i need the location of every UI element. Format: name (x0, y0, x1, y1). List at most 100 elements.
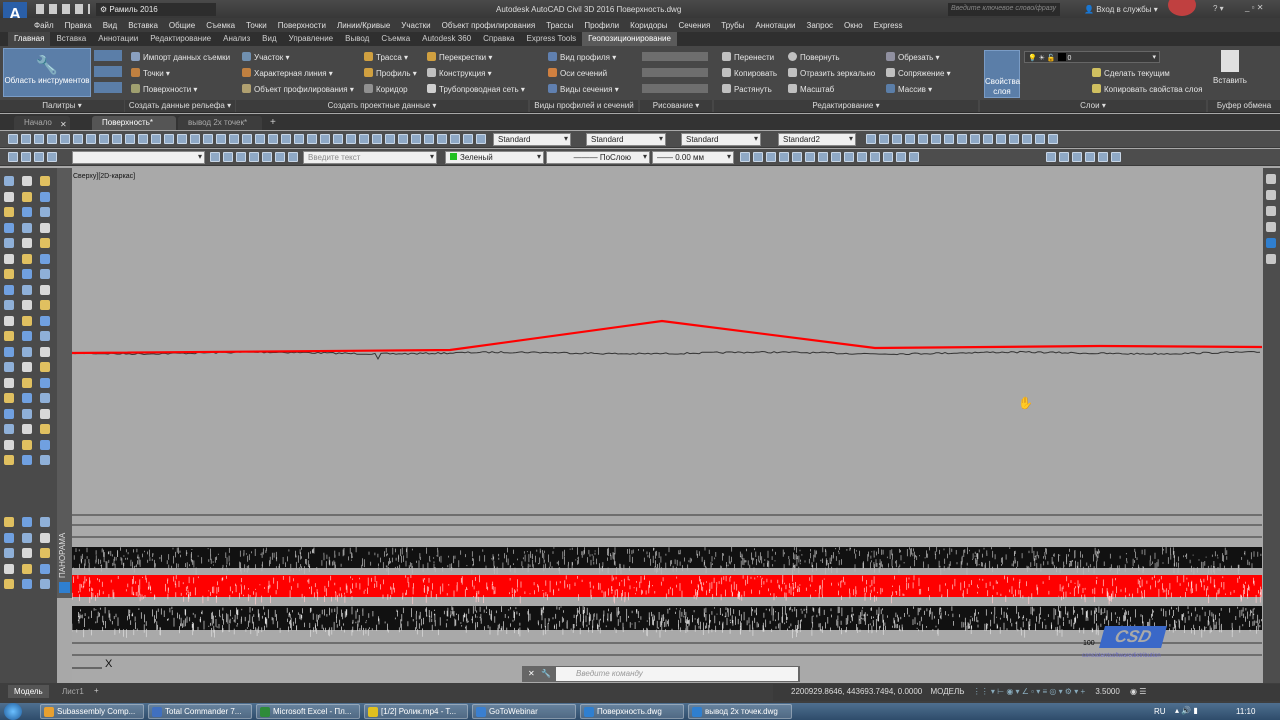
drawing-tool-icon[interactable] (40, 176, 50, 186)
toolbar-button-icon[interactable] (73, 134, 83, 144)
toolbar-button-icon[interactable] (1046, 152, 1056, 162)
toolbar-button-icon[interactable] (1111, 152, 1121, 162)
drawing-tool-icon[interactable] (4, 284, 14, 295)
workspace-dropdown[interactable]: ⚙ Рамиль 2016 (96, 3, 216, 16)
toolbar-button-icon[interactable] (385, 134, 395, 144)
toolbar-button-icon[interactable] (255, 134, 265, 144)
toolbar-button-icon[interactable] (333, 134, 343, 144)
tab-model[interactable]: Модель (8, 685, 49, 698)
drawing-tool-icon[interactable] (22, 548, 32, 558)
paste-button[interactable]: Вставить (1212, 50, 1248, 85)
drawing-tool-icon[interactable] (4, 222, 14, 233)
draw-tools[interactable] (642, 52, 708, 96)
toolbar-button-icon[interactable] (879, 134, 889, 144)
drawing-tool-icon[interactable] (4, 362, 14, 372)
menu-item[interactable]: Запрос (807, 21, 834, 30)
array-button[interactable]: Массив ▾ (886, 84, 932, 94)
drawing-tool-icon[interactable] (4, 548, 14, 558)
drawing-tool-icon[interactable] (40, 532, 50, 543)
toolbar-button-icon[interactable] (125, 134, 135, 144)
drawing-tool-icon[interactable] (40, 362, 50, 372)
section-views-button[interactable]: Виды сечения ▾ (548, 84, 619, 94)
drawing-tool-icon[interactable] (22, 439, 32, 450)
drawing-tool-icon[interactable] (22, 563, 32, 574)
drawing-tool-icon[interactable] (22, 269, 32, 279)
drawing-tool-icon[interactable] (22, 207, 32, 217)
terrain-panel-label[interactable]: Создать данные рельефа ▾ (125, 100, 235, 112)
signin-button[interactable]: 👤 Вход в службы ▾ (1084, 5, 1158, 14)
drawing-tool-icon[interactable] (40, 222, 50, 233)
taskbar-item[interactable]: [1/2] Ролик.mp4 - T... (364, 704, 468, 719)
toolbar-button-icon[interactable] (307, 134, 317, 144)
drawing-tool-icon[interactable] (4, 439, 14, 450)
drawing-tool-icon[interactable] (22, 300, 32, 310)
toolbar-button-icon[interactable] (372, 134, 382, 144)
toolbar-button-icon[interactable] (931, 134, 941, 144)
menu-item[interactable]: Трассы (546, 21, 573, 30)
ribbon-tab[interactable]: Вывод (339, 32, 375, 46)
drawing-tool-icon[interactable] (4, 455, 14, 465)
ribbon-tab[interactable]: Редактирование (144, 32, 217, 46)
menu-item[interactable]: Общие (169, 21, 195, 30)
toolbar-button-icon[interactable] (1009, 134, 1019, 144)
text-style-combo[interactable]: Standard (493, 133, 571, 146)
drawing-tool-icon[interactable] (4, 238, 14, 248)
toolbar-button-icon[interactable] (944, 134, 954, 144)
toolbar-button-icon[interactable] (1022, 134, 1032, 144)
drawing-tool-icon[interactable] (4, 269, 14, 279)
toolbar-button-icon[interactable] (229, 134, 239, 144)
language-indicator[interactable]: RU (1154, 707, 1166, 716)
toolbar-button-icon[interactable] (883, 152, 893, 162)
move-button[interactable]: Перенести (722, 52, 774, 62)
multileader-style-combo[interactable]: Standard2 (778, 133, 856, 146)
copy-layer-props-button[interactable]: Копировать свойства слоя (1092, 84, 1202, 94)
draw-panel-label[interactable]: Рисование ▾ (640, 100, 712, 112)
toolbar-button-icon[interactable] (818, 152, 828, 162)
toolbar-button-icon[interactable] (346, 134, 356, 144)
table-style-combo[interactable]: Standard (681, 133, 761, 146)
toolbar-button-icon[interactable] (275, 152, 285, 162)
drawing-tool-icon[interactable] (4, 408, 14, 419)
tool-area-button[interactable]: 🔧 Область инструментов (3, 48, 91, 97)
customize-icon[interactable]: ◉ ☰ (1130, 687, 1146, 696)
menu-item[interactable]: Линии/Кривые (337, 21, 390, 30)
toolbar-button-icon[interactable] (249, 152, 259, 162)
drawing-tool-icon[interactable] (40, 424, 50, 434)
fillet-button[interactable]: Сопряжение ▾ (886, 68, 951, 78)
toolbar-button-icon[interactable] (909, 152, 919, 162)
search-input[interactable]: Введите ключевое слово/фразу (948, 3, 1060, 16)
drawing-tool-icon[interactable] (22, 362, 32, 372)
toolbar-button-icon[interactable] (203, 134, 213, 144)
toolbar-button-icon[interactable] (983, 134, 993, 144)
toolbar-button-icon[interactable] (151, 134, 161, 144)
drawing-tool-icon[interactable] (4, 346, 14, 357)
drawing-tool-icon[interactable] (4, 315, 14, 326)
feature-line-button[interactable]: Характерная линия ▾ (242, 68, 333, 78)
toolbar-button-icon[interactable] (8, 134, 18, 144)
menu-item[interactable]: Окно (844, 21, 863, 30)
design-panel-label[interactable]: Создать проектные данные ▾ (236, 100, 528, 112)
toolbar-button-icon[interactable] (437, 134, 447, 144)
ribbon-tab[interactable]: Аннотации (92, 32, 144, 46)
corridor-button[interactable]: Коридор (364, 84, 408, 94)
toolbar-button-icon[interactable] (905, 134, 915, 144)
toolbar-button-icon[interactable] (21, 134, 31, 144)
toolbar-button-icon[interactable] (34, 134, 44, 144)
toolbar-button-icon[interactable] (47, 134, 57, 144)
panorama-palette[interactable]: ПАНОРАМА (57, 168, 72, 598)
toolbar-button-icon[interactable] (918, 134, 928, 144)
toolbar-button-icon[interactable] (1098, 152, 1108, 162)
start-button[interactable] (4, 703, 22, 720)
taskbar-item[interactable]: Subassembly Comp... (40, 704, 144, 719)
tray-icons[interactable]: ▴ 🔊 ▮ (1175, 706, 1198, 715)
sample-lines-button[interactable]: Оси сечений (548, 68, 607, 78)
toolbar-button-icon[interactable] (844, 152, 854, 162)
toolbar-button-icon[interactable] (216, 134, 226, 144)
ribbon-tab[interactable]: Вид (256, 32, 282, 46)
toolbar-button-icon[interactable] (792, 152, 802, 162)
grading-button[interactable]: Объект профилирования ▾ (242, 84, 354, 94)
toolbar-button-icon[interactable] (112, 134, 122, 144)
drawing-tool-icon[interactable] (4, 532, 14, 543)
taskbar-item[interactable]: вывод 2х точек.dwg (688, 704, 792, 719)
drawing-tool-icon[interactable] (40, 455, 50, 465)
